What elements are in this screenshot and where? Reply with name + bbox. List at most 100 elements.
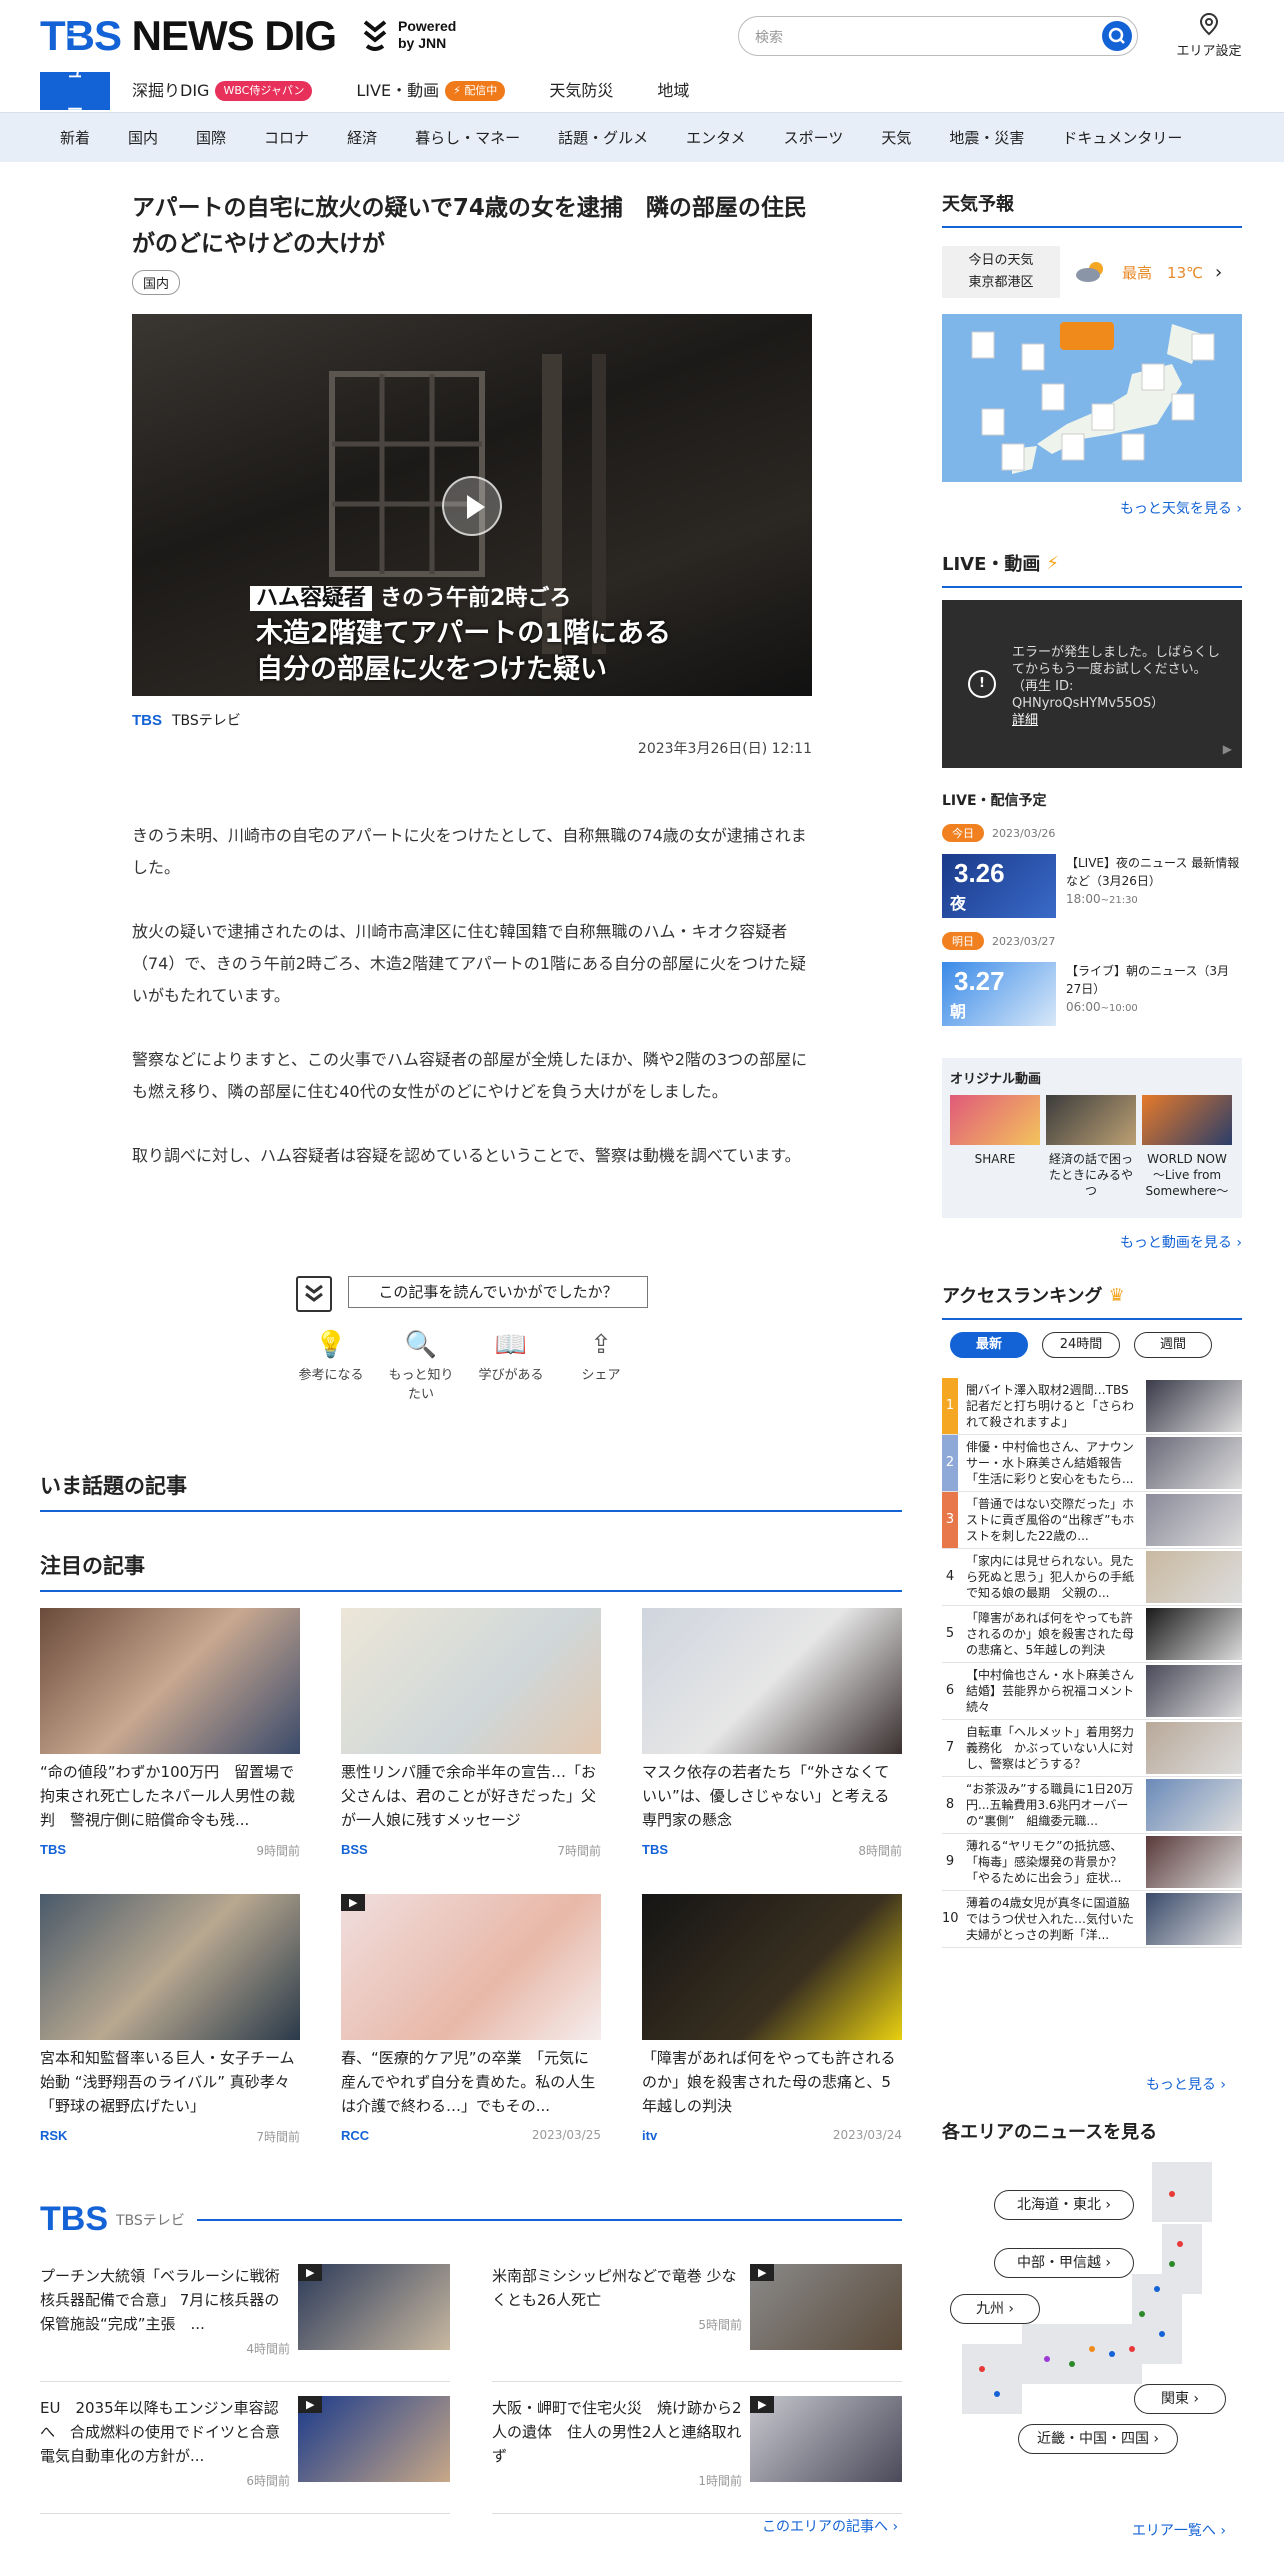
area-articles-link[interactable]: このエリアの記事へ › bbox=[762, 2516, 898, 2536]
ranking-number: 9 bbox=[945, 1854, 955, 1869]
play-button[interactable] bbox=[442, 476, 502, 536]
area-list-link[interactable]: エリア一覧へ › bbox=[1132, 2520, 1226, 2540]
reaction-want-more[interactable]: 🔍 もっと知りたい bbox=[386, 1330, 456, 1402]
category-nav-item[interactable]: コロナ bbox=[264, 113, 309, 163]
ranking-item[interactable]: 1 闇バイト澤入取材2週間…TBS記者だと打ち明けると「さらわれて殺されますよ」 bbox=[942, 1378, 1242, 1435]
nav-weather[interactable]: 天気防災 bbox=[527, 72, 635, 110]
trending-heading: いま話題の記事 bbox=[40, 1470, 902, 1512]
lightning-icon: ⚡ bbox=[1046, 552, 1060, 574]
schedule-item[interactable]: 3.27 朝【ライブ】朝のニュース（3月27日） 06:00~10:00 bbox=[942, 962, 1242, 1026]
tbs-news-item[interactable]: EU 2035年以降もエンジン車容認へ 合成燃料の使用でドイツと合意 電気自動車… bbox=[40, 2382, 450, 2514]
tbs-news-item[interactable]: 米南部ミシシッピ州などで竜巻 少なくとも26人死亡 5時間前 ▶ bbox=[492, 2250, 902, 2382]
featured-article-card[interactable]: 「障害があれば何をやっても許されるのか」娘を殺害された母の悲痛と、5年越しの判決… bbox=[642, 1894, 902, 2145]
reaction-helpful[interactable]: 💡 参考になる bbox=[296, 1330, 366, 1402]
main-nav: ニュース 深掘りDIGWBC侍ジャパン LIVE・動画⚡ 配信中 天気防災 地域 bbox=[40, 24, 711, 157]
original-video-economy[interactable]: 経済の話で困ったときにみるやつ bbox=[1046, 1095, 1136, 1199]
featured-article-time: 8時間前 bbox=[858, 1844, 902, 1858]
ranking-image bbox=[1146, 1779, 1242, 1831]
more-weather-link[interactable]: もっと天気を見る › bbox=[1120, 498, 1242, 518]
schedule-date: 今日 2023/03/26 bbox=[942, 824, 1242, 842]
tab-24h[interactable]: 24時間 bbox=[1042, 1332, 1120, 1358]
tbs-news-time: 4時間前 bbox=[246, 2342, 290, 2356]
ranking-item[interactable]: 2 俳優・中村倫也さん、アナウンサー・水卜麻美さん結婚報告「生活に彩りと安心をもた… bbox=[942, 1435, 1242, 1492]
ranking-item[interactable]: 8 “お茶汲み”する職員に1日20万円...五輪費用3.6兆円オーバーの“裏側” … bbox=[942, 1777, 1242, 1834]
featured-article-card[interactable]: “命の値段”わずか100万円 留置場で拘束され死亡したネパール人男性の裁判 警視… bbox=[40, 1608, 300, 1859]
category-nav-item[interactable]: 新着 bbox=[60, 113, 90, 163]
category-nav-item[interactable]: 経済 bbox=[347, 113, 377, 163]
live-player[interactable]: ! エラーが発生しました。しばらくしてからもう一度お試しください。（再生 ID:… bbox=[942, 600, 1242, 768]
tbs-news-item[interactable]: 大阪・岬町で住宅火災 焼け跡から2人の遺体 住人の男性2人と連絡取れず 1時間前 ▶ bbox=[492, 2382, 902, 2514]
tab-latest[interactable]: 最新 bbox=[950, 1332, 1028, 1358]
featured-article-image bbox=[40, 1608, 300, 1754]
sidebar: 天気予報 今日の天気 東京都港区 最高 13℃ › もっと天気を見る › LIVE… bbox=[942, 190, 1242, 2539]
site-logo[interactable]: TBS NEWS DIG bbox=[40, 12, 337, 60]
area-hokkaido-tohoku[interactable]: 北海道・東北 › bbox=[994, 2190, 1134, 2220]
tbs-news-item[interactable]: プーチン大統領「ベラルーシに戦術核兵器配備で合意」 7月に核兵器の保管施設“完成… bbox=[40, 2250, 450, 2382]
ranking-item[interactable]: 7 自転車「ヘルメット」着用努力義務化 かぶっていない人に対し、警察はどうする？ bbox=[942, 1720, 1242, 1777]
featured-article-card[interactable]: マスク依存の若者たち「“外さなくていい”は、優しさじゃない」と考える専門家の懸念… bbox=[642, 1608, 902, 1859]
error-details-link[interactable]: 詳細 bbox=[1012, 712, 1038, 729]
ranking-item[interactable]: 9 薄れる“ヤリモク”の抵抗感、「梅毒」感染爆発の背景か？「やるために出会う」症状… bbox=[942, 1834, 1242, 1891]
schedule-thumb-date: 3.26 bbox=[954, 858, 1005, 888]
area-chubu[interactable]: 中部・甲信越 › bbox=[994, 2248, 1134, 2278]
ranking-item[interactable]: 5 「障害があれば何をやっても許されるのか」娘を殺害された母の悲痛と、5年越しの判… bbox=[942, 1606, 1242, 1663]
category-nav-item[interactable]: エンタメ bbox=[686, 113, 746, 163]
featured-article-title: 「障害があれば何をやっても許されるのか」娘を殺害された母の悲痛と、5年越しの判決 bbox=[642, 2049, 896, 2115]
category-nav-item[interactable]: 話題・グルメ bbox=[558, 113, 648, 163]
original-video-share[interactable]: SHARE bbox=[950, 1095, 1040, 1199]
area-kyushu[interactable]: 九州 › bbox=[950, 2294, 1040, 2324]
schedule-thumbnail: 3.27 朝 bbox=[942, 962, 1056, 1026]
schedule-thumbnail: 3.26 夜 bbox=[942, 854, 1056, 918]
schedule-item[interactable]: 3.26 夜【LIVE】夜のニュース 最新情報など（3月26日） 18:00~21:… bbox=[942, 854, 1242, 918]
category-nav-item[interactable]: 地震・災害 bbox=[949, 113, 1024, 163]
ranking-item[interactable]: 6 【中村倫也さん・水卜麻美さん結婚】芸能界から祝福コメント続々 bbox=[942, 1663, 1242, 1720]
reaction-learning[interactable]: 📖 学びがある bbox=[476, 1330, 546, 1402]
ranking-title: 「家内には見せられない。見たら死ぬと思う」犯人からの手紙で知る娘の最期 父親の.… bbox=[966, 1554, 1135, 1600]
ranking-title: 自転車「ヘルメット」着用努力義務化 かぶっていない人に対し、警察はどうする？ bbox=[966, 1725, 1135, 1771]
featured-article-time: 7時間前 bbox=[256, 2130, 300, 2144]
featured-article-card[interactable]: 宮本和知監督率いる巨人・女子チーム始動 “浅野翔吾のライバル” 真砂孝々「野球の… bbox=[40, 1894, 300, 2145]
article-video[interactable]: ハム容疑者 きのう午前2時ごろ 木造2階建てアパートの1階にある 自分の部屋に火をつ… bbox=[132, 314, 812, 696]
more-ranking-link[interactable]: もっと見る › bbox=[1146, 2074, 1226, 2094]
article-source: TBS TBSテレビ bbox=[132, 711, 241, 730]
featured-article-time: 2023/03/25 bbox=[531, 2128, 601, 2142]
ranking-item[interactable]: 3 「普通ではない交際だった」ホストに貢ぎ風俗の“出稼ぎ”もホストを刺した22歳の… bbox=[942, 1492, 1242, 1549]
tab-weekly[interactable]: 週間 bbox=[1134, 1332, 1212, 1358]
more-videos-link[interactable]: もっと動画を見る › bbox=[1120, 1232, 1242, 1252]
nav-news[interactable]: ニュース bbox=[40, 24, 110, 157]
share-button[interactable]: ⇪ シェア bbox=[566, 1330, 636, 1402]
area-kinki[interactable]: 近畿・中国・四国 › bbox=[1018, 2424, 1178, 2454]
featured-article-title: 宮本和知監督率いる巨人・女子チーム始動 “浅野翔吾のライバル” 真砂孝々「野球の… bbox=[40, 2049, 295, 2115]
category-nav-item[interactable]: 暮らし・マネー bbox=[415, 113, 520, 163]
featured-article-image bbox=[341, 1608, 601, 1754]
featured-article-title: マスク依存の若者たち「“外さなくていい”は、優しさじゃない」と考える専門家の懸念 bbox=[642, 1763, 890, 1829]
category-nav-item[interactable]: 国内 bbox=[128, 113, 158, 163]
search-button[interactable] bbox=[1102, 21, 1132, 51]
area-kanto[interactable]: 関東 › bbox=[1134, 2384, 1226, 2414]
article-category-tag[interactable]: 国内 bbox=[132, 270, 181, 295]
youtube-icon: ▶ bbox=[1222, 742, 1232, 756]
tbs-news-title: EU 2035年以降もエンジン車容認へ 合成燃料の使用でドイツと合意 電気自動車… bbox=[40, 2399, 296, 2465]
nav-fukabori[interactable]: 深掘りDIG WBC侍ジャパン bbox=[110, 72, 334, 110]
search-input[interactable]: 検索 bbox=[738, 16, 1138, 56]
nav-live[interactable]: LIVE・動画 ⚡ 配信中 bbox=[334, 72, 527, 110]
featured-article-card[interactable]: ▶ 春、“医療的ケア児”の卒業 「元気に産んでやれず自分を責めた。私の人生は介護で… bbox=[341, 1894, 601, 2145]
weather-map[interactable] bbox=[942, 314, 1242, 482]
area-settings-button[interactable]: エリア設定 bbox=[1174, 12, 1244, 59]
category-nav-item[interactable]: 国際 bbox=[196, 113, 226, 163]
weather-today[interactable]: 今日の天気 東京都港区 最高 13℃ › bbox=[942, 246, 1242, 298]
category-nav-item[interactable]: ドキュメンタリー bbox=[1062, 113, 1182, 163]
broadcaster-logo: TBS bbox=[642, 1842, 668, 1857]
featured-article-card[interactable]: 悪性リンパ腫で余命半年の宣告…「お父さんは、君のことが好きだった」父が一人娘に残… bbox=[341, 1608, 601, 1859]
category-nav-item[interactable]: スポーツ bbox=[784, 113, 844, 163]
featured-article-title: 春、“医療的ケア児”の卒業 「元気に産んでやれず自分を責めた。私の人生は介護で終… bbox=[341, 2049, 596, 2115]
schedule-thumb-date: 3.27 bbox=[954, 966, 1005, 996]
original-video-worldnow[interactable]: WORLD NOW ～Live from Somewhere～ bbox=[1142, 1095, 1232, 1199]
nav-region[interactable]: 地域 bbox=[635, 72, 711, 110]
category-nav-item[interactable]: 天気 bbox=[881, 113, 911, 163]
ranking-item[interactable]: 10 薄着の4歳女児が真冬に国道脇ではうつ伏せ入れた…気付いた夫婦がとっさの判断「… bbox=[942, 1891, 1242, 1948]
original-videos: オリジナル動画 SHARE 経済の話で困ったときにみるやつ WORLD NOW … bbox=[942, 1058, 1242, 1218]
ranking-item[interactable]: 4 「家内には見せられない。見たら死ぬと思う」犯人からの手紙で知る娘の最期 父親の… bbox=[942, 1549, 1242, 1606]
ranking-title: 【中村倫也さん・水卜麻美さん結婚】芸能界から祝福コメント続々 bbox=[966, 1668, 1135, 1714]
video-badge-icon: ▶ bbox=[750, 2396, 775, 2413]
